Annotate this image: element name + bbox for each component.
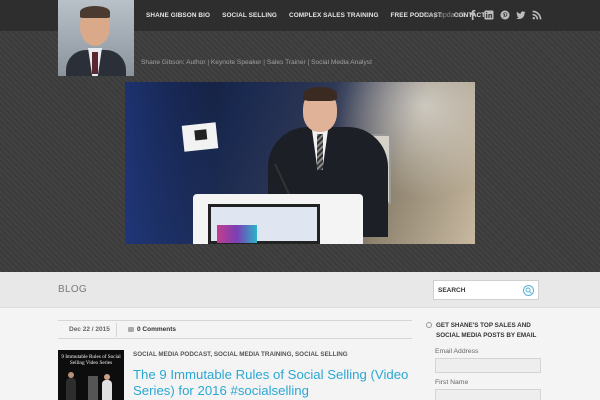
email-label: Email Address xyxy=(435,348,479,355)
nav-item-bio[interactable]: SHANE GIBSON BIO xyxy=(140,12,216,19)
post-title-link[interactable]: The 9 Immutable Rules of Social Selling … xyxy=(133,367,423,399)
author-avatar[interactable] xyxy=(58,0,134,76)
twitter-icon[interactable] xyxy=(515,9,527,21)
search-icon xyxy=(525,287,532,294)
stay-updated-label: Stay updated: xyxy=(423,12,467,19)
podium-screen xyxy=(208,204,320,244)
linkedin-icon[interactable] xyxy=(483,9,495,21)
widget-bullet-icon xyxy=(426,322,432,328)
first-name-label: First Name xyxy=(435,379,469,386)
facebook-icon[interactable] xyxy=(467,9,479,21)
thumbnail-figure-left xyxy=(66,372,76,400)
avatar-hair xyxy=(80,6,110,18)
avatar-tie xyxy=(92,52,98,74)
comment-icon xyxy=(128,327,134,332)
thumbnail-caption: 9 Immutable Rules of Social Selling Vide… xyxy=(61,354,121,367)
search-box xyxy=(433,280,539,300)
event-sign xyxy=(181,122,219,152)
post-date: Dec 22 / 2015 xyxy=(69,326,110,333)
post-categories[interactable]: SOCIAL MEDIA PODCAST, SOCIAL MEDIA TRAIN… xyxy=(133,351,348,358)
nav-item-complex-sales-training[interactable]: COMPLEX SALES TRAINING xyxy=(283,12,385,19)
thumbnail-figure-right xyxy=(102,374,112,400)
thumbnail-stage xyxy=(88,376,98,400)
hero-banner-image xyxy=(125,82,475,244)
search-input[interactable] xyxy=(438,285,518,296)
post-meta-bar: Dec 22 / 2015 0 Comments xyxy=(58,320,412,339)
speaker-hair xyxy=(303,87,337,101)
pinterest-icon[interactable] xyxy=(499,9,511,21)
site-header: SHANE GIBSON BIO SOCIAL SELLING COMPLEX … xyxy=(0,0,600,272)
comments-count: 0 Comments xyxy=(137,326,177,333)
social-links xyxy=(467,9,543,21)
email-field[interactable] xyxy=(435,358,541,373)
first-name-field[interactable] xyxy=(435,389,541,400)
nav-item-social-selling[interactable]: SOCIAL SELLING xyxy=(216,12,283,19)
widget-title-text: GET SHANE'S TOP SALES AND SOCIAL MEDIA P… xyxy=(436,322,537,339)
meta-divider xyxy=(116,323,117,337)
rss-icon[interactable] xyxy=(531,9,543,21)
comments-link[interactable]: 0 Comments xyxy=(128,326,176,333)
page-title: BLOG xyxy=(58,284,87,295)
post-thumbnail[interactable]: 9 Immutable Rules of Social Selling Vide… xyxy=(58,350,124,400)
speaker-tie xyxy=(317,134,323,170)
search-button[interactable] xyxy=(523,285,534,296)
newsletter-widget-title: GET SHANE'S TOP SALES AND SOCIAL MEDIA P… xyxy=(426,321,546,341)
site-tagline: Shane Gibson: Author | Keynote Speaker |… xyxy=(141,59,372,66)
